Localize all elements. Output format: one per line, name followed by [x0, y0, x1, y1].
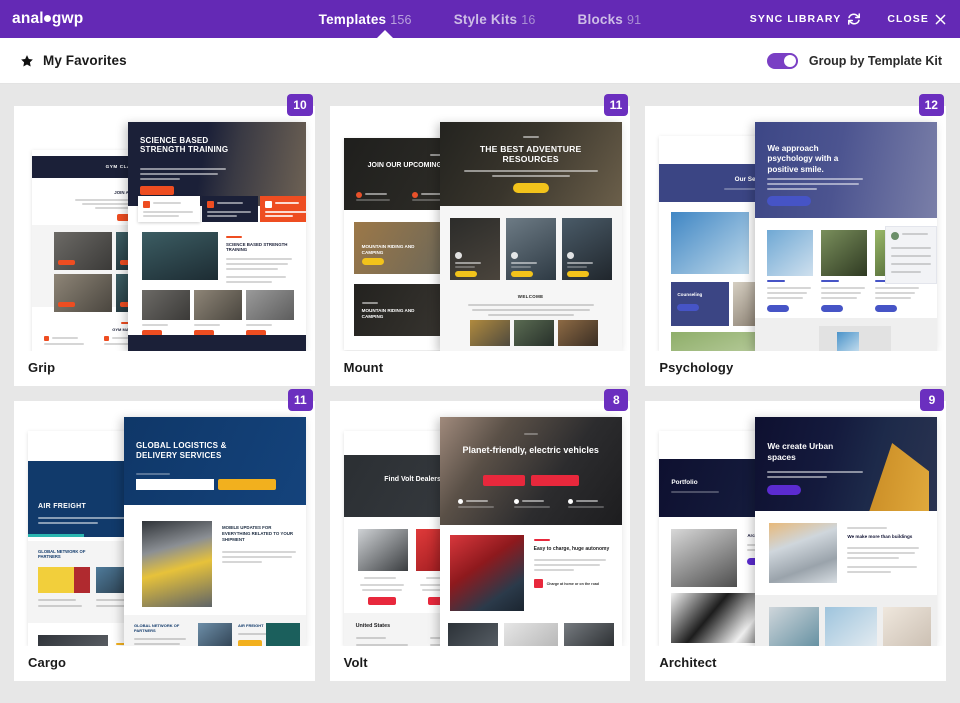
sub-bar: My Favorites Group by Template Kit — [0, 38, 960, 84]
nav-tabs: Templates 156 Style Kits 16 Blocks 91 — [319, 0, 642, 38]
template-thumbnail: Our Services Personality and individual … — [645, 106, 946, 351]
template-card-grip[interactable]: 10 GYM CLASSES JOIN A CLASS — [14, 94, 315, 386]
cargo-cta-1: GLOBAL NETWORK OF PARTNERS — [134, 623, 180, 633]
mount-hero-heading: THE BEST ADVENTURE RESOURCES — [479, 144, 582, 165]
volt-footer-heading: United States — [355, 623, 391, 629]
cargo-section-heading: GLOBAL NETWORK OF PARTNERS — [38, 549, 86, 560]
template-badge: 12 — [918, 94, 944, 116]
template-card-architect[interactable]: 9 Portfolio Architectural design Residen… — [645, 389, 946, 681]
template-card-psychology[interactable]: 12 Our Services Personality and individu… — [645, 94, 946, 386]
tab-style-kits[interactable]: Style Kits 16 — [454, 12, 536, 27]
grip-hero-heading: SCIENCE BASED STRENGTH TRAINING — [140, 136, 229, 155]
logo-text-right: gwp — [51, 10, 84, 27]
arch-hero-heading: We create Urban spaces — [767, 441, 834, 462]
sub-bar-actions: Group by Template Kit — [766, 52, 942, 69]
logo-text-left: anal — [12, 10, 44, 27]
tab-style-kits-count: 16 — [521, 12, 536, 27]
volt-sub-heading: Charge at home or on the road — [546, 581, 599, 586]
my-favorites-label: My Favorites — [43, 53, 127, 68]
psy-sub-heading: Counseling — [677, 292, 703, 297]
logo-dot-icon — [44, 15, 52, 22]
group-by-template-kit-toggle[interactable] — [766, 52, 798, 69]
tab-templates[interactable]: Templates 156 — [319, 12, 412, 27]
cargo-sub-heading: MOBILE UPDATES FOR EVERYTHING RELATED TO… — [222, 525, 294, 542]
template-thumbnail: GYM CLASSES JOIN A CLASS — [14, 106, 315, 351]
template-thumbnail: Portfolio Architectural design Residenti… — [645, 401, 946, 646]
template-card-title: Psychology — [659, 360, 734, 375]
sync-icon — [847, 12, 861, 26]
active-tab-indicator — [376, 30, 394, 39]
cargo-nav-heading: AIR FREIGHT — [38, 503, 87, 510]
close-button[interactable]: CLOSE — [887, 13, 946, 25]
toggle-knob — [783, 54, 796, 67]
template-card-mount[interactable]: 11 JOIN OUR UPCOMING ADVENTURE TRIPS MOU… — [329, 94, 631, 386]
group-by-template-kit-label: Group by Template Kit — [808, 53, 942, 68]
template-thumbnail: JOIN OUR UPCOMING ADVENTURE TRIPS MOUNTA… — [330, 106, 631, 351]
tab-templates-count: 156 — [390, 12, 412, 27]
psy-hero-heading: We approach psychology with a positive s… — [767, 144, 839, 174]
tab-blocks[interactable]: Blocks 91 — [578, 12, 642, 27]
my-favorites-button[interactable]: My Favorites — [20, 53, 127, 68]
top-bar: anal gwp Templates 156 Style Kits 16 Blocks… — [0, 0, 960, 39]
template-badge: 10 — [287, 94, 313, 116]
template-badge: 9 — [919, 389, 944, 411]
mount-section-heading: MOUNTAIN RIDING AND CAMPING — [361, 244, 415, 255]
template-card-title: Mount — [343, 360, 384, 375]
close-label: CLOSE — [887, 13, 929, 25]
template-card-volt[interactable]: 8 Find Volt Dealers Europe and US United… — [329, 389, 631, 681]
tab-blocks-label: Blocks — [577, 11, 624, 27]
template-thumbnail: AIR FREIGHT GLOBAL NETWORK OF PARTNERS G… — [14, 401, 315, 646]
star-icon — [20, 54, 34, 68]
volt-hero-heading: Planet-friendly, electric vehicles — [462, 445, 599, 455]
arch-sub-heading: We make more than buildings — [847, 533, 913, 539]
top-bar-actions: SYNC LIBRARY CLOSE — [750, 12, 946, 26]
template-grid: 10 GYM CLASSES JOIN A CLASS — [0, 84, 960, 681]
template-card-title: Grip — [28, 360, 56, 375]
template-thumbnail: Find Volt Dealers Europe and US United S… — [330, 401, 631, 646]
cargo-hero-heading: GLOBAL LOGISTICS & DELIVERY SERVICES — [136, 441, 227, 460]
app-logo[interactable]: anal gwp — [12, 10, 83, 28]
template-card-title: Cargo — [28, 655, 67, 670]
template-card-cargo[interactable]: 11 AIR FREIGHT GLOBAL NETWORK OF PARTNER… — [14, 389, 315, 681]
template-badge: 8 — [604, 389, 629, 411]
arch-nav-heading: Portfolio — [671, 479, 698, 486]
mount-footer-heading: WELCOME — [517, 294, 544, 299]
volt-section-heading: Easy to charge, huge autonomy — [533, 545, 610, 552]
template-card-title: Architect — [659, 655, 717, 670]
template-badge: 11 — [603, 94, 629, 116]
tab-templates-label: Templates — [318, 11, 387, 27]
template-badge: 11 — [287, 389, 313, 411]
mount-sub-heading: MOUNTAIN RIDING AND CAMPING — [361, 308, 415, 319]
close-icon — [935, 14, 946, 25]
sync-library-button[interactable]: SYNC LIBRARY — [750, 12, 862, 26]
grip-sub-heading: SCIENCE BASED STRENGTH TRAINING — [226, 241, 288, 253]
tab-blocks-count: 91 — [627, 12, 642, 27]
template-card-title: Volt — [343, 655, 368, 670]
tab-style-kits-label: Style Kits — [453, 11, 518, 27]
sync-library-label: SYNC LIBRARY — [749, 13, 842, 25]
